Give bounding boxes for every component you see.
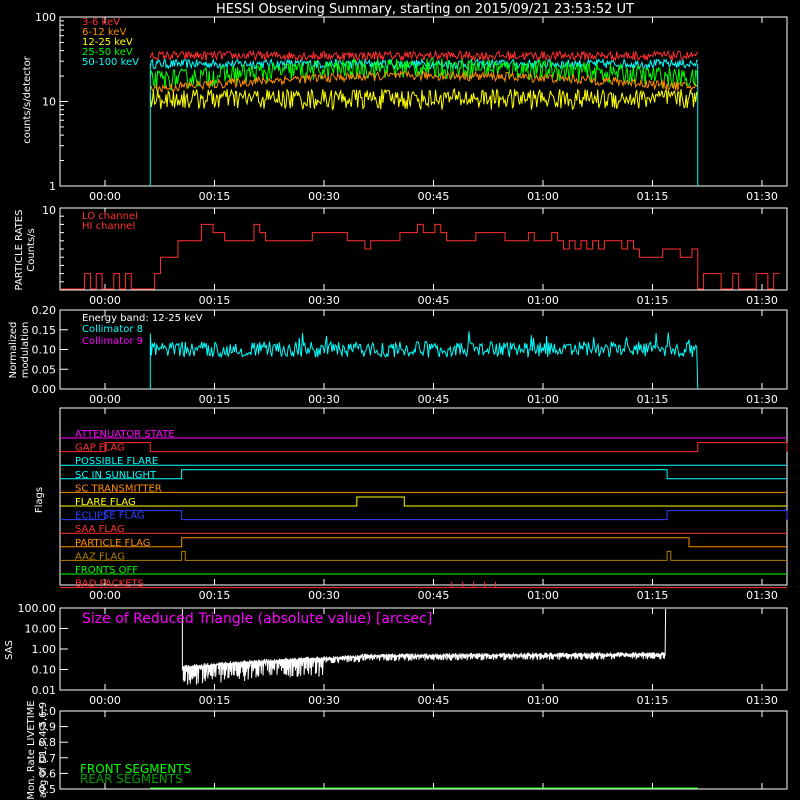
x-tick-label: 00:45 <box>418 190 450 203</box>
x-tick-label: 00:15 <box>199 294 231 307</box>
x-tick-label: 01:15 <box>637 190 669 203</box>
sas-annotation: Size of Reduced Triangle (absolute value… <box>82 611 432 627</box>
sas-ylabel: SAS <box>4 640 15 660</box>
energy-band-label: Energy band: 12-25 keV <box>82 313 203 324</box>
x-tick-label: 00:15 <box>199 190 231 203</box>
flag-trace <box>60 496 787 507</box>
flag-label: GAP FLAG <box>75 443 125 454</box>
x-tick-label: 00:30 <box>308 694 340 707</box>
y-tick-label: 1 <box>49 180 56 193</box>
x-tick-label: 01:30 <box>746 294 778 307</box>
figure-title: HESSI Observing Summary, starting on 201… <box>216 2 634 17</box>
flag-label: BAD PACKETS <box>75 579 144 590</box>
series-line-3-6-keV <box>149 49 699 63</box>
x-tick-label: 01:30 <box>746 589 778 602</box>
x-tick-label: 01:00 <box>527 589 559 602</box>
x-tick-label: 01:00 <box>527 393 559 406</box>
x-tick-label: 00:00 <box>89 190 121 203</box>
flag-trace <box>60 550 787 561</box>
legend-entry: 50-100 keV <box>82 57 139 68</box>
x-tick-label: 00:15 <box>199 589 231 602</box>
x-tick-label: 01:15 <box>637 589 669 602</box>
y-tick-label: 0.05 <box>32 363 57 376</box>
x-tick-label: 00:45 <box>418 589 450 602</box>
collimator-8-trace <box>149 331 699 390</box>
y-tick-label: 0.20 <box>32 304 57 317</box>
livetime-ylabel2: avg of D1,3,4,5,6,9 <box>38 702 49 798</box>
flag-label: AAZ FLAG <box>75 551 125 562</box>
x-tick-label: 01:15 <box>637 393 669 406</box>
x-tick-label: 00:00 <box>89 393 121 406</box>
flag-label: SC IN SUNLIGHT <box>75 470 157 481</box>
flag-label: ATTENUATOR STATE <box>75 429 175 440</box>
x-tick-label: 01:15 <box>637 294 669 307</box>
count-rates-panel: 00:00 00:15 00:30 00:45 01:00 01:15 01:30 1 10 10… <box>22 11 788 203</box>
x-tick-label: 00:30 <box>308 190 340 203</box>
y-tick-label: 0.01 <box>32 684 57 697</box>
modulation-panel: 00:00 00:15 00:30 00:45 01:00 01:15 01:30 0.00 0… <box>8 304 788 406</box>
y-tick-label: 0.15 <box>32 324 57 337</box>
x-tick-label: 00:45 <box>418 694 450 707</box>
flag-label: PARTICLE FLAG <box>75 538 151 549</box>
flag-label: FRONTS OFF <box>75 565 138 576</box>
flag-label: SC TRANSMITTER <box>75 483 162 494</box>
x-tick-label: 00:45 <box>418 393 450 406</box>
x-tick-label: 01:15 <box>637 694 669 707</box>
legend-entry: REAR SEGMENTS <box>80 772 183 786</box>
x-tick-label: 00:00 <box>89 694 121 707</box>
legend-entry: Collimator 9 <box>82 336 143 347</box>
x-tick-label: 00:00 <box>89 589 121 602</box>
x-tick-label: 00:30 <box>308 393 340 406</box>
x-tick-label: 00:45 <box>418 294 450 307</box>
x-tick-label: 00:15 <box>199 393 231 406</box>
legend-entry: HI channel <box>82 221 135 232</box>
flag-trace <box>60 469 787 480</box>
y-tick-label: 10 <box>42 96 56 109</box>
x-tick-label: 00:00 <box>89 294 121 307</box>
particle-rates-ylabel: PARTICLE RATES <box>14 210 25 291</box>
flag-label: FLARE FLAG <box>75 497 136 508</box>
y-tick-label: 10.00 <box>25 623 57 636</box>
livetime-panel: 0.50.60.70.80.91.0Mon. Rate LIVETIME avg … <box>26 700 788 800</box>
particle-rates-panel: 00:00 00:15 00:30 00:45 01:00 01:15 01:30 10 PAR… <box>14 204 788 307</box>
x-tick-label: 01:30 <box>746 694 778 707</box>
sas-panel: 00:00 00:15 00:30 00:45 01:00 01:15 01:30 0.01 0… <box>4 602 788 707</box>
y-tick-label: 0.00 <box>32 383 57 396</box>
modulation-ylabel2: modulation <box>20 322 31 379</box>
x-tick-label: 00:30 <box>308 294 340 307</box>
flag-trace <box>60 442 788 453</box>
hessi-summary-figure: HESSI Observing Summary, starting on 201… <box>4 2 788 800</box>
y-tick-label: 100.00 <box>18 602 57 615</box>
x-tick-label: 01:00 <box>527 694 559 707</box>
x-tick-label: 01:30 <box>746 190 778 203</box>
particle-rate-trace <box>61 223 780 290</box>
y-tick-label: 0.10 <box>32 664 57 677</box>
flags-ylabel: Flags <box>34 487 45 513</box>
x-tick-label: 00:15 <box>199 694 231 707</box>
y-tick-label: 1.00 <box>32 643 57 656</box>
x-tick-label: 01:00 <box>527 190 559 203</box>
x-tick-label: 00:30 <box>308 589 340 602</box>
modulation-ylabel: Normalized <box>8 322 19 379</box>
x-tick-label: 01:30 <box>746 393 778 406</box>
y-tick-label: 10 <box>42 204 56 217</box>
flag-label: POSSIBLE FLARE <box>75 456 158 467</box>
y-tick-label: 0.10 <box>32 344 57 357</box>
flags-panel: 00:00 00:15 00:30 00:45 01:00 01:15 01:30 Flags… <box>34 407 788 602</box>
livetime-ylabel: Mon. Rate LIVETIME <box>26 700 37 799</box>
count-rates-ylabel: counts/s/detector <box>22 55 33 143</box>
flag-trace <box>60 537 787 548</box>
legend-entry: Collimator 8 <box>82 324 143 335</box>
particle-rates-ylabel2: Counts/s <box>26 228 37 272</box>
flag-label: SAA FLAG <box>75 524 125 535</box>
series-line-12-25-keV <box>149 87 699 111</box>
y-tick-label: 100 <box>35 11 56 24</box>
flag-label: ECLIPSE FLAG <box>75 511 145 522</box>
flag-trace <box>60 510 788 521</box>
x-tick-label: 01:00 <box>527 294 559 307</box>
